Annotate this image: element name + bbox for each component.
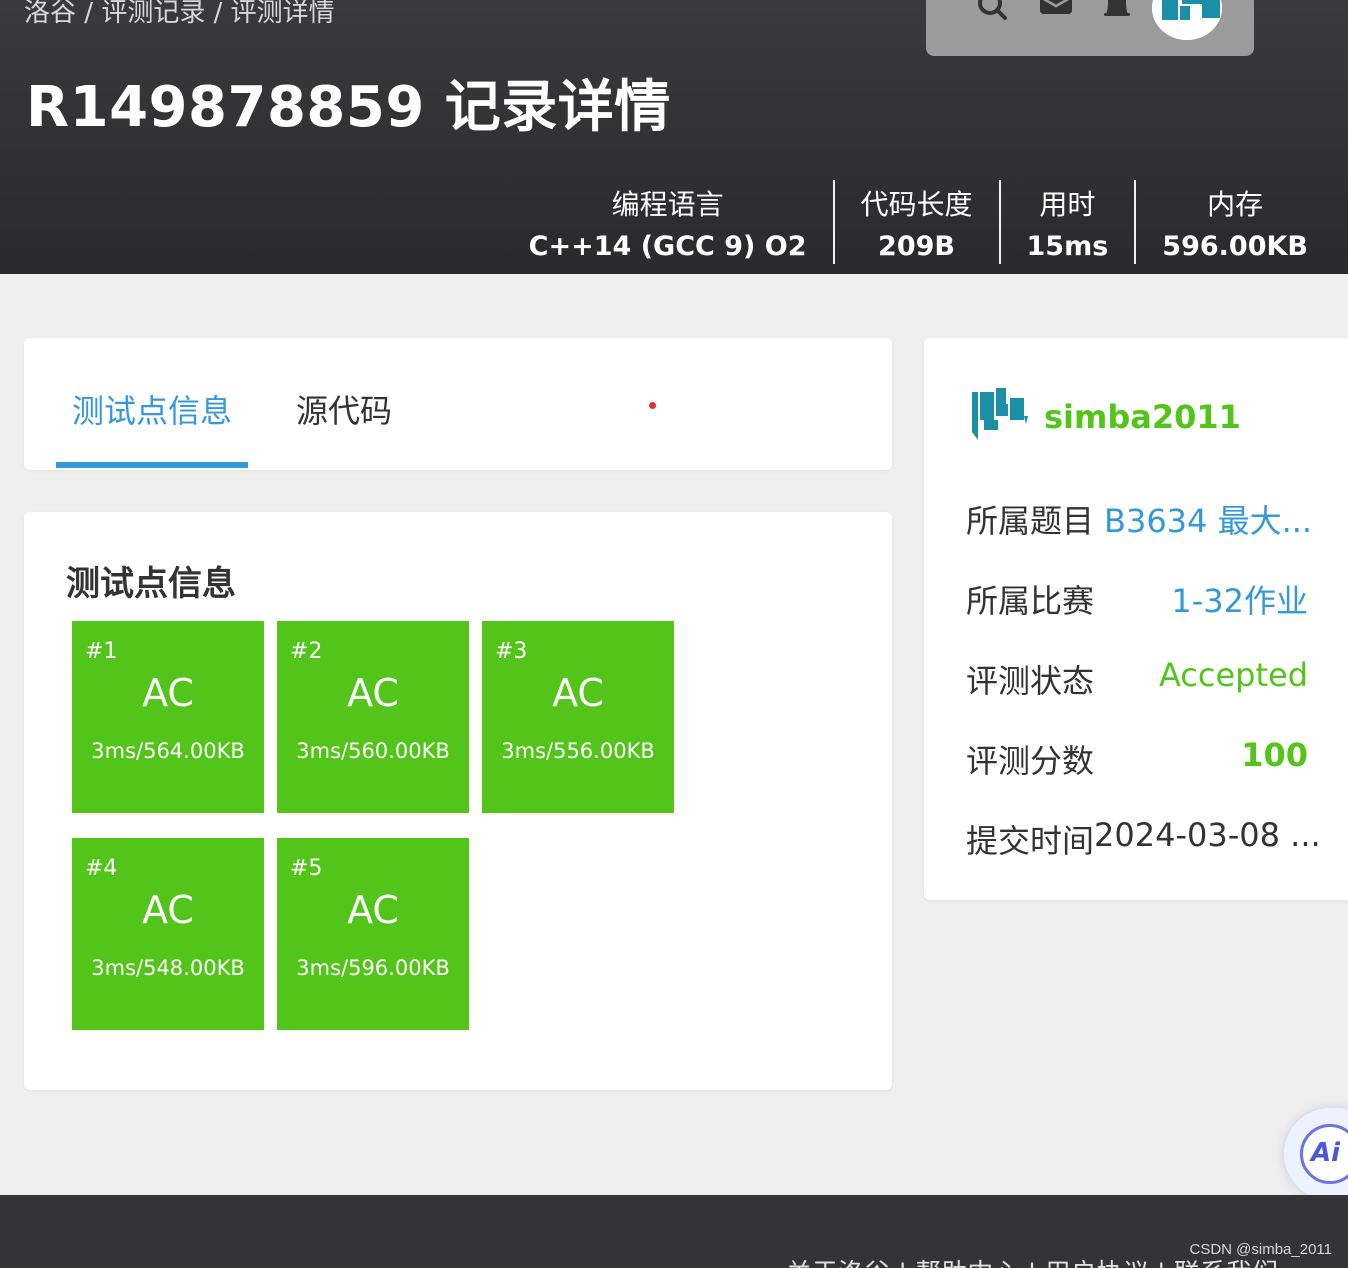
username-link[interactable]: simba2011 xyxy=(1044,398,1241,436)
active-tab-indicator xyxy=(56,462,248,468)
testcase-id: #2 xyxy=(290,639,323,664)
breadcrumb-item-detail: 评测详情 xyxy=(230,0,335,28)
user-avatar-icon[interactable] xyxy=(970,386,1030,446)
footer-link-contact[interactable]: 联系我们 xyxy=(1174,1259,1278,1268)
info-row-problem: 所属题目 B3634 最大... xyxy=(966,496,1312,540)
page-footer: 关于洛谷 | 帮助中心 | 用户协议 | 联系我们 xyxy=(0,1195,1348,1268)
testcase-meta: 3ms/556.00KB xyxy=(501,739,655,763)
stat-time: 用时 15ms xyxy=(998,180,1135,264)
stat-language: 编程语言 C++14 (GCC 9) O2 xyxy=(528,187,807,262)
testcase-tile[interactable]: #5 AC 3ms/596.00KB xyxy=(277,838,469,1030)
tab-testcases[interactable]: 测试点信息 xyxy=(72,386,232,432)
testcase-id: #1 xyxy=(85,639,118,664)
testcase-status: AC xyxy=(552,671,604,715)
ai-assistant-button[interactable]: Ai xyxy=(1284,1108,1348,1200)
search-icon[interactable] xyxy=(974,0,1010,28)
info-row-submit-time: 提交时间 2024-03-08 ... xyxy=(966,816,1321,860)
footer-link-about[interactable]: 关于洛谷 xyxy=(786,1259,890,1268)
testcase-tile[interactable]: #2 AC 3ms/560.00KB xyxy=(277,621,469,813)
testcase-status: AC xyxy=(347,888,399,932)
contest-link[interactable]: 1-32作业 xyxy=(1171,576,1308,622)
submission-info-card: simba2011 所属题目 B3634 最大... 所属比赛 1-32作业 评… xyxy=(924,338,1348,900)
status-value: Accepted xyxy=(1158,656,1308,694)
testcase-id: #5 xyxy=(290,856,323,881)
top-nav-box xyxy=(926,0,1254,56)
stat-code-length: 代码长度 209B xyxy=(832,180,999,264)
avatar[interactable] xyxy=(1152,0,1222,40)
testcase-meta: 3ms/560.00KB xyxy=(296,739,450,763)
breadcrumb-item-records[interactable]: 评测记录 xyxy=(101,0,205,28)
submit-time-value: 2024-03-08 ... xyxy=(1094,816,1321,854)
testcases-title: 测试点信息 xyxy=(66,564,236,604)
testcase-meta: 3ms/548.00KB xyxy=(91,956,245,980)
testcases-card: 测试点信息 #1 AC 3ms/564.00KB #2 AC 3ms/560.0… xyxy=(24,512,892,1090)
info-row-contest: 所属比赛 1-32作业 xyxy=(966,576,1308,620)
info-row-score: 评测分数 100 xyxy=(966,736,1308,780)
testcase-id: #4 xyxy=(85,856,118,881)
testcase-status: AC xyxy=(347,671,399,715)
stat-memory: 内存 596.00KB xyxy=(1134,180,1334,264)
testcase-status: AC xyxy=(142,671,194,715)
red-dot xyxy=(649,402,656,409)
page-title: R149878859 记录详情 xyxy=(26,75,671,140)
page-header: 洛谷 / 评测记录 / 评测详情 R149878859 记录详情 编程语言 C+… xyxy=(0,0,1348,274)
info-row-status: 评测状态 Accepted xyxy=(966,656,1308,700)
footer-link-help[interactable]: 帮助中心 xyxy=(915,1259,1019,1268)
bell-icon[interactable] xyxy=(1100,0,1134,26)
submission-stats: 编程语言 C++14 (GCC 9) O2 代码长度 209B 用时 15ms … xyxy=(503,180,1334,264)
watermark: CSDN @simba_2011 xyxy=(1189,1241,1332,1258)
testcase-tile[interactable]: #4 AC 3ms/548.00KB xyxy=(72,838,264,1030)
score-value: 100 xyxy=(1241,736,1308,774)
testcase-tile[interactable]: #1 AC 3ms/564.00KB xyxy=(72,621,264,813)
ai-icon: Ai xyxy=(1300,1124,1348,1184)
footer-link-terms[interactable]: 用户协议 xyxy=(1045,1259,1149,1268)
breadcrumb: 洛谷 / 评测记录 / 评测详情 xyxy=(24,0,335,28)
mail-icon[interactable] xyxy=(1038,0,1074,24)
tabs-card: 测试点信息 源代码 xyxy=(24,338,892,470)
testcase-meta: 3ms/564.00KB xyxy=(91,739,245,763)
testcase-id: #3 xyxy=(495,639,528,664)
problem-link[interactable]: B3634 最大... xyxy=(1104,496,1312,542)
breadcrumb-item-home[interactable]: 洛谷 xyxy=(24,0,76,28)
testcase-status: AC xyxy=(142,888,194,932)
tab-source-code[interactable]: 源代码 xyxy=(296,386,392,432)
testcase-meta: 3ms/596.00KB xyxy=(296,956,450,980)
testcase-tile[interactable]: #3 AC 3ms/556.00KB xyxy=(482,621,674,813)
